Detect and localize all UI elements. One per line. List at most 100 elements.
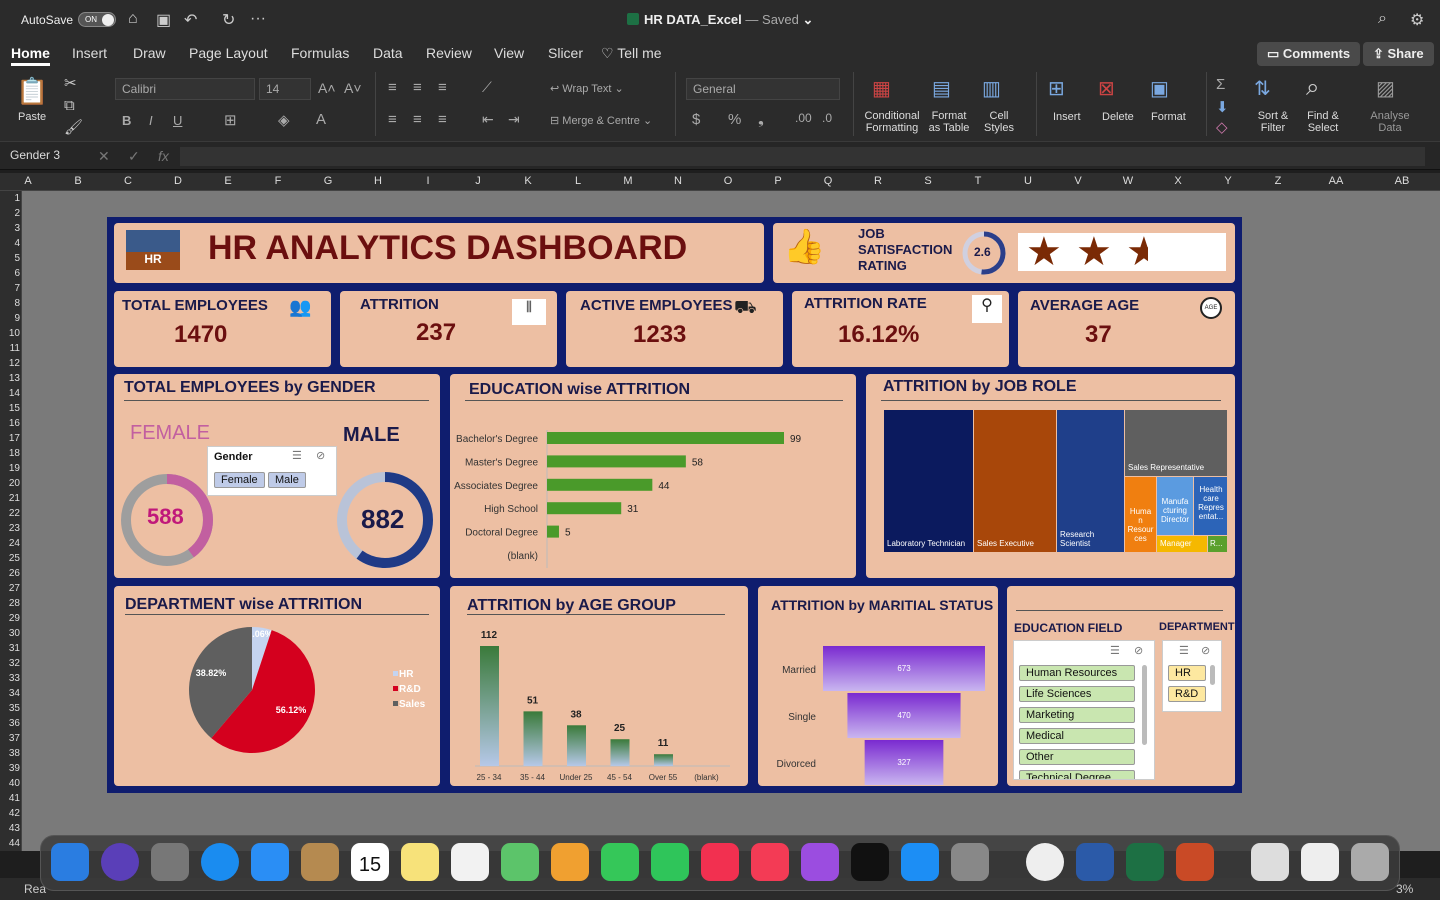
app-store-icon[interactable] [901,843,939,881]
slicer-scrollbar[interactable] [1210,665,1215,685]
column-header[interactable]: Y [1213,175,1243,187]
row-header[interactable]: 32 [0,658,20,669]
row-header[interactable]: 35 [0,703,20,714]
trash-icon[interactable] [1351,843,1389,881]
column-header[interactable]: F [263,175,293,187]
row-header[interactable]: 2 [0,208,20,219]
row-header[interactable]: 33 [0,673,20,684]
row-header[interactable]: 27 [0,583,20,594]
home-icon[interactable]: ⌂ [128,10,138,28]
slicer-item-female[interactable]: Female [214,472,265,488]
slicer-item-education-field[interactable]: Life Sciences [1019,686,1135,702]
column-header[interactable]: T [963,175,993,187]
conditional-formatting-icon[interactable]: ▦ [872,76,891,101]
redo-icon[interactable]: ↻ [222,10,235,30]
row-header[interactable]: 10 [0,328,20,339]
conditional-formatting-label[interactable]: Conditional Formatting [862,110,922,134]
tab-view[interactable]: View [494,45,524,61]
maps-icon[interactable] [501,843,539,881]
format-as-table-icon[interactable]: ▤ [932,76,951,101]
sort-filter-label[interactable]: Sort & Filter [1253,110,1293,134]
row-header[interactable]: 39 [0,763,20,774]
row-header[interactable]: 11 [0,343,20,354]
align-bottom-icon[interactable]: ≡ [438,79,447,96]
row-header[interactable]: 31 [0,643,20,654]
fx-label[interactable]: fx [158,148,169,164]
music-icon[interactable] [751,843,789,881]
row-header[interactable]: 26 [0,568,20,579]
finder-icon[interactable] [51,843,89,881]
news-icon[interactable] [701,843,739,881]
cell-styles-icon[interactable]: ▥ [982,76,1001,101]
tab-review[interactable]: Review [426,45,472,61]
column-header[interactable]: AB [1387,175,1417,187]
autosum-icon[interactable]: Σ [1216,76,1225,93]
row-header[interactable]: 43 [0,823,20,834]
decrease-font-icon[interactable]: A˅ [344,80,362,96]
education-field-slicer[interactable]: ☰ ⊘ Human Resources Life Sciences Marketin… [1013,640,1155,780]
cancel-icon[interactable]: ✕ [98,148,110,165]
multi-select-icon[interactable]: ☰ [1179,644,1189,657]
tab-insert[interactable]: Insert [72,45,107,61]
column-header[interactable]: M [613,175,643,187]
decrease-indent-icon[interactable]: ⇤ [482,111,494,128]
facetime-icon[interactable] [651,843,689,881]
align-top-icon[interactable]: ≡ [388,79,397,96]
copy-icon[interactable]: ⧉ [64,97,75,114]
column-header[interactable]: K [513,175,543,187]
column-header[interactable]: R [863,175,893,187]
column-header[interactable]: B [63,175,93,187]
messages-icon[interactable] [601,843,639,881]
tab-slicer[interactable]: Slicer [548,45,583,61]
orientation-icon[interactable]: ⟋ [482,79,492,96]
column-header[interactable]: Q [813,175,843,187]
row-header[interactable]: 14 [0,388,20,399]
slicer-item-education-field[interactable]: Human Resources [1019,665,1135,681]
tell-me[interactable]: ♡ Tell me [601,45,662,62]
document-title[interactable]: HR DATA_Excel — Saved ⌄ [627,12,813,28]
reminders-icon[interactable] [451,843,489,881]
row-header[interactable]: 21 [0,493,20,504]
notes-icon[interactable] [401,843,439,881]
row-header[interactable]: 41 [0,793,20,804]
row-header[interactable]: 29 [0,613,20,624]
percent-icon[interactable]: % [728,111,741,128]
find-search-icon[interactable]: ⌕ [1306,74,1319,102]
row-header[interactable]: 40 [0,778,20,789]
row-header[interactable]: 22 [0,508,20,519]
format-label[interactable]: Format [1151,111,1186,123]
font-size-select[interactable]: 14 [259,78,311,100]
more-icon[interactable]: ··· [250,10,266,28]
row-header[interactable]: 42 [0,808,20,819]
underline-icon[interactable]: U [173,113,182,128]
calendar-icon[interactable]: 15 [351,843,389,881]
row-header[interactable]: 25 [0,553,20,564]
chrome-icon[interactable] [1026,843,1064,881]
row-header[interactable]: 30 [0,628,20,639]
column-header[interactable]: D [163,175,193,187]
column-header[interactable]: E [213,175,243,187]
delete-label[interactable]: Delete [1102,111,1134,123]
column-header[interactable]: H [363,175,393,187]
row-header[interactable]: 37 [0,733,20,744]
column-header[interactable]: G [313,175,343,187]
font-name-select[interactable]: Calibri [115,78,255,100]
powerpoint-icon[interactable] [1176,843,1214,881]
row-header[interactable]: 38 [0,748,20,759]
row-header[interactable]: 19 [0,463,20,474]
row-header[interactable]: 24 [0,538,20,549]
slicer-item-rd[interactable]: R&D [1168,686,1206,702]
find-select-label[interactable]: Find & Select [1302,110,1344,134]
cell-styles-label[interactable]: Cell Styles [980,110,1018,134]
column-header[interactable]: V [1063,175,1093,187]
insert-cells-icon[interactable]: ⊞ [1048,76,1065,101]
fill-color-icon[interactable]: ◈ [278,111,290,129]
column-header[interactable]: W [1113,175,1143,187]
align-center-icon[interactable]: ≡ [413,111,422,128]
apple-tv-icon[interactable] [851,843,889,881]
borders-icon[interactable]: ⊞ [224,111,237,129]
row-header[interactable]: 16 [0,418,20,429]
slicer-item-education-field[interactable]: Marketing [1019,707,1135,723]
column-header[interactable]: X [1163,175,1193,187]
fill-icon[interactable]: ⬇ [1216,98,1229,116]
